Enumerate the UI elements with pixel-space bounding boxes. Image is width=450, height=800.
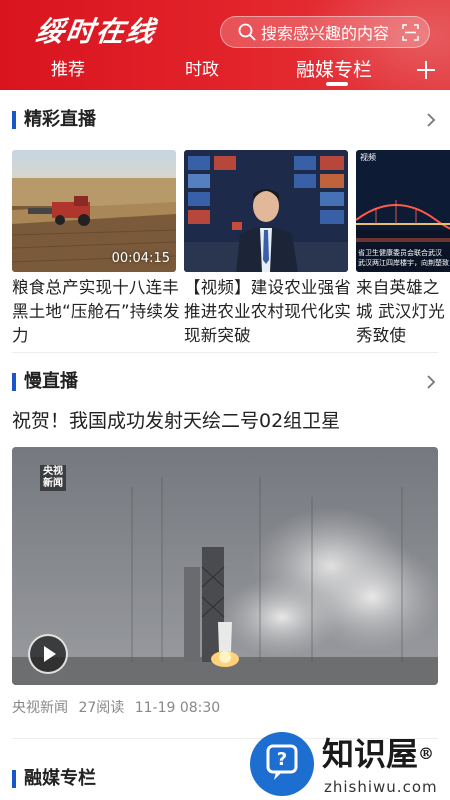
section-header-slow-live[interactable]: 慢直播 — [0, 368, 450, 396]
card-title: 粮食总产实现十八连丰 黑土地“压舱石”持续发力 — [12, 278, 180, 345]
watermark-title: 知识屋® — [322, 735, 435, 773]
card-title: 【视频】建设农业强省 推进农业农村现代化实现新突破 — [184, 278, 351, 345]
section-title: 融媒专栏 — [24, 768, 96, 789]
live-card[interactable]: 视频 省卫生健康委员会联合武汉 武汉两江四岸楼宇，向荆楚致 来自英雄之城 武汉灯… — [356, 150, 450, 350]
chevron-right-icon[interactable] — [424, 112, 438, 128]
card-thumbnail: 视频 省卫生健康委员会联合武汉 武汉两江四岸楼宇，向荆楚致 — [356, 150, 450, 272]
overlay-line: 省卫生健康委员会联合武汉 — [358, 249, 442, 257]
section-title: 慢直播 — [24, 371, 78, 392]
section-marker — [12, 770, 16, 788]
search-placeholder: 搜索感兴趣的内容 — [261, 24, 390, 43]
card-title: 来自英雄之城 武汉灯光秀致使 — [356, 278, 445, 345]
site-watermark: ? 知识屋® zhishiwu.com — [250, 732, 450, 800]
overlay-line: 武汉两江四岸楼宇，向荆楚致 — [358, 259, 449, 267]
chevron-right-icon[interactable] — [424, 374, 438, 390]
video-duration: 00:04:15 — [111, 251, 170, 266]
app-header: 绥时在线 搜索感兴趣的内容 推荐 时政 融媒专栏 — [0, 0, 450, 90]
corner-label: 视频 — [360, 153, 376, 162]
add-channel-icon[interactable] — [414, 58, 438, 82]
slow-live-video[interactable]: 央视新闻 — [12, 447, 438, 685]
cctv-news-badge: 央视新闻 — [40, 465, 66, 491]
app-logo: 绥时在线 — [33, 15, 159, 48]
section-header-live[interactable]: 精彩直播 — [0, 106, 450, 134]
tab-politics[interactable]: 时政 — [185, 55, 219, 85]
search-bar[interactable]: 搜索感兴趣的内容 — [220, 16, 430, 48]
watermark-logo-icon: ? — [250, 732, 314, 796]
tab-recommend[interactable]: 推荐 — [51, 55, 85, 85]
source-label: 央视新闻 — [12, 700, 68, 716]
read-count: 27阅读 — [78, 700, 125, 716]
slow-live-headline[interactable]: 祝贺！我国成功发射天绘二号02组卫星 — [12, 406, 340, 436]
video-meta: 央视新闻 27阅读 11-19 08:30 — [12, 697, 226, 717]
section-marker — [12, 373, 16, 391]
tab-media-column[interactable]: 融媒专栏 — [296, 55, 372, 85]
scan-icon[interactable] — [402, 24, 419, 41]
play-button[interactable] — [28, 634, 68, 674]
watermark-subtitle: zhishiwu.com — [324, 778, 438, 796]
card-thumbnail: 00:04:15 — [12, 150, 176, 272]
svg-text:?: ? — [277, 749, 287, 770]
section-title: 精彩直播 — [24, 109, 96, 130]
section-marker — [12, 111, 16, 129]
play-icon — [44, 646, 56, 662]
active-tab-indicator — [326, 82, 348, 86]
publish-time: 11-19 08:30 — [134, 700, 221, 716]
card-thumbnail — [184, 150, 348, 272]
channel-tabs: 推荐 时政 融媒专栏 — [0, 55, 450, 90]
section-divider — [12, 352, 438, 353]
search-icon — [238, 23, 256, 41]
